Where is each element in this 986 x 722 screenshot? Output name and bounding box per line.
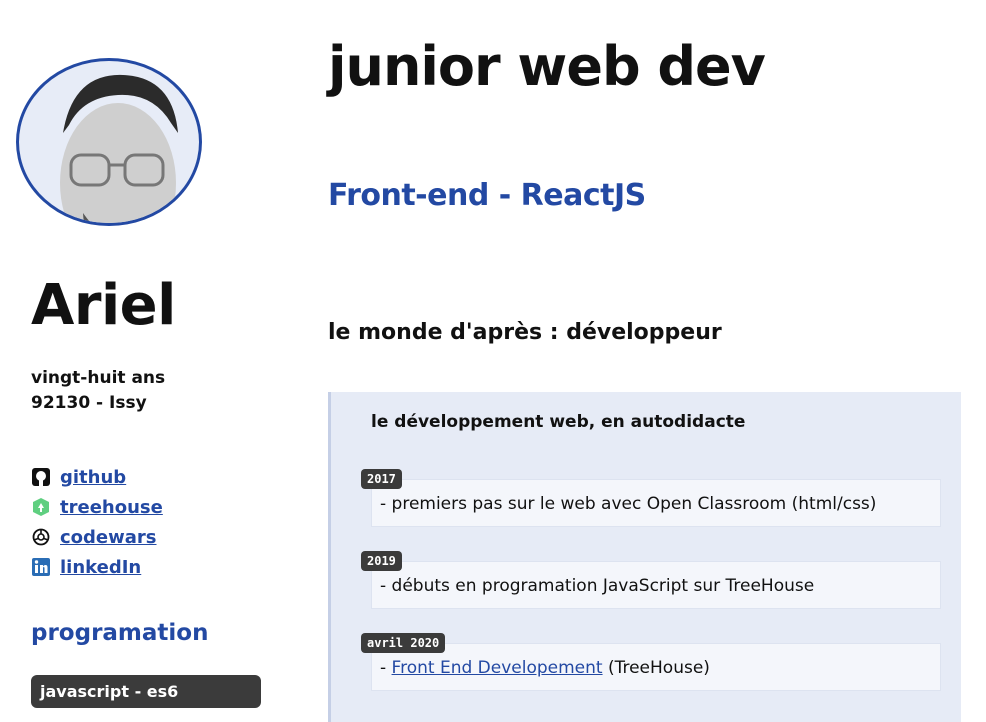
page-title: junior web dev: [328, 35, 766, 98]
skills-title: programation: [31, 620, 209, 646]
linkedin-icon: [31, 557, 51, 577]
entry-text: - débuts en programation JavaScript sur …: [371, 561, 941, 609]
social-links: github treehouse codewars linkedIn: [31, 462, 163, 582]
linkedin-link[interactable]: linkedIn: [60, 557, 141, 578]
link-linkedin[interactable]: linkedIn: [31, 552, 163, 582]
entry-prefix: -: [380, 658, 392, 678]
section-title: le monde d'après : développeur: [328, 320, 722, 345]
github-icon: [31, 467, 51, 487]
avatar: [16, 58, 202, 226]
profile-age: vingt-huit ans: [31, 368, 166, 388]
date-tag: avril 2020: [361, 633, 446, 653]
link-github[interactable]: github: [31, 462, 163, 492]
treehouse-link[interactable]: treehouse: [60, 497, 163, 518]
codewars-icon: [31, 527, 51, 547]
panel-title: le développement web, en autodidacte: [371, 412, 746, 432]
date-tag: 2019: [361, 551, 402, 571]
timeline-panel: le développement web, en autodidacte 201…: [328, 392, 961, 722]
profile-name: Ariel: [31, 273, 176, 338]
page-subtitle: Front-end - ReactJS: [328, 178, 646, 213]
sidebar: Ariel vingt-huit ans 92130 - Issy github…: [0, 0, 300, 711]
skill-badge: javascript - es6: [31, 675, 261, 708]
course-link[interactable]: Front End Developement: [392, 658, 603, 678]
codewars-link[interactable]: codewars: [60, 527, 157, 548]
entry-text: - premiers pas sur le web avec Open Clas…: [371, 479, 941, 527]
date-tag: 2017: [361, 469, 402, 489]
main-content: junior web dev Front-end - ReactJS le mo…: [328, 0, 968, 722]
profile-location: 92130 - Issy: [31, 393, 147, 413]
github-link[interactable]: github: [60, 467, 126, 488]
treehouse-icon: [31, 497, 51, 517]
link-treehouse[interactable]: treehouse: [31, 492, 163, 522]
portrait-image: [60, 74, 178, 223]
link-codewars[interactable]: codewars: [31, 522, 163, 552]
entry-text: - Front End Developement (TreeHouse): [371, 643, 941, 691]
entry-suffix: (TreeHouse): [602, 658, 710, 678]
